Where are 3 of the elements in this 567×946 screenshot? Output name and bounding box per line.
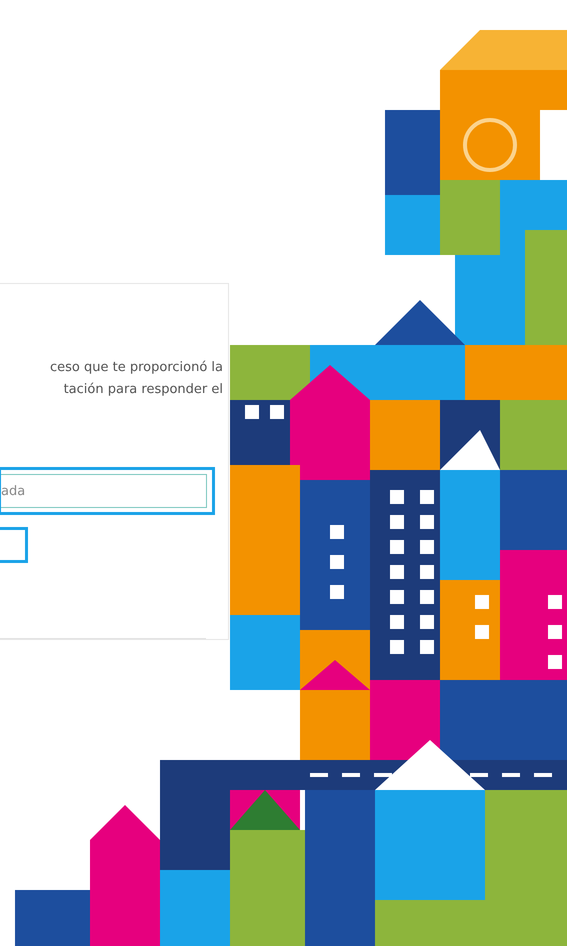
submit-button[interactable] bbox=[0, 527, 28, 563]
access-code-field[interactable]: ada bbox=[0, 467, 215, 515]
instructions-text: ceso que te proporcionó la tación para responder el bbox=[49, 359, 223, 399]
